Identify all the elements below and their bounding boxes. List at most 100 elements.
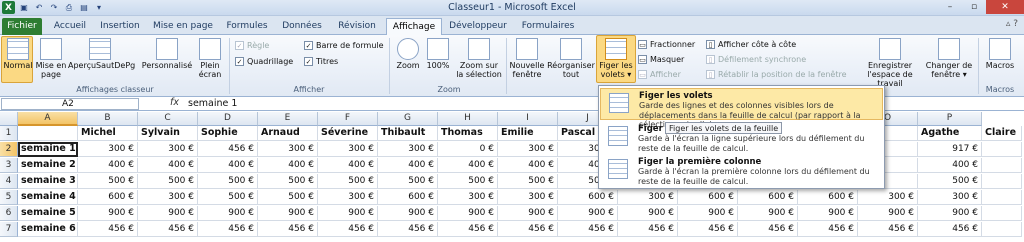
value-cell[interactable]: 456 € [78, 222, 138, 237]
value-cell[interactable]: 900 € [918, 206, 982, 221]
tab-accueil[interactable]: Accueil [50, 18, 90, 35]
value-cell[interactable]: 300 € [78, 142, 138, 157]
full-screen-button[interactable]: Plein écran [196, 38, 224, 79]
value-cell[interactable]: 600 € [738, 190, 798, 205]
split-button[interactable]: ▭ Fractionner [638, 40, 695, 49]
value-cell[interactable]: 900 € [438, 206, 498, 221]
tab-revision[interactable]: Révision [334, 18, 380, 35]
tab-affichage[interactable]: Affichage [386, 18, 442, 35]
value-cell[interactable]: 300 € [858, 190, 918, 205]
close-button[interactable]: ✕ [986, 0, 1024, 14]
value-cell[interactable]: 300 € [318, 142, 378, 157]
page-break-preview-button[interactable]: AperçuSautDePg [68, 38, 135, 70]
insert-function-icon[interactable]: fx [170, 97, 179, 108]
header-cell[interactable]: Séverine [318, 126, 378, 141]
header-cell[interactable]: Sylvain [138, 126, 198, 141]
value-cell[interactable]: 300 € [498, 190, 558, 205]
row-header[interactable]: 6 [0, 206, 18, 221]
value-cell[interactable]: 456 € [798, 222, 858, 237]
custom-views-button[interactable]: Personnalisé [140, 38, 194, 70]
value-cell[interactable]: 456 € [378, 222, 438, 237]
zoom-button[interactable]: Zoom [394, 38, 422, 70]
reset-position-button[interactable]: ▯ Rétablir la position de la fenêtre [706, 70, 847, 79]
value-cell[interactable]: 300 € [378, 142, 438, 157]
value-cell[interactable]: 500 € [198, 190, 258, 205]
formula-bar-checkbox[interactable]: ✓ Barre de formule [304, 41, 384, 50]
freeze-panes-button[interactable]: Figer les volets ▾ [597, 38, 635, 79]
tab-donnees[interactable]: Données [280, 18, 324, 35]
zoom-selection-button[interactable]: Zoom sur la sélection [454, 38, 504, 79]
tab-mise-en-page[interactable]: Mise en page [152, 18, 214, 35]
tab-insertion[interactable]: Insertion [98, 18, 142, 35]
row-header[interactable]: 5 [0, 190, 18, 205]
value-cell[interactable] [982, 174, 1022, 189]
value-cell[interactable]: 400 € [198, 158, 258, 173]
row-header[interactable]: 7 [0, 222, 18, 237]
value-cell[interactable]: 300 € [318, 190, 378, 205]
value-cell[interactable]: 900 € [198, 206, 258, 221]
value-cell[interactable]: 456 € [498, 222, 558, 237]
header-cell[interactable] [18, 126, 78, 141]
value-cell[interactable]: 900 € [318, 206, 378, 221]
value-cell[interactable] [982, 190, 1022, 205]
value-cell[interactable]: 400 € [378, 158, 438, 173]
week-label-cell[interactable]: semaine 6 [18, 222, 78, 237]
unhide-button[interactable]: ▭ Afficher [638, 70, 681, 79]
value-cell[interactable]: 400 € [258, 158, 318, 173]
ribbon-minimize-icon[interactable]: ▵ ? [1006, 19, 1018, 29]
value-cell[interactable]: 500 € [258, 190, 318, 205]
column-header-d[interactable]: D [198, 112, 258, 126]
page-layout-button[interactable]: Mise en page [34, 38, 68, 79]
value-cell[interactable]: 500 € [498, 174, 558, 189]
column-header-f[interactable]: F [318, 112, 378, 126]
tab-formulaires[interactable]: Formulaires [518, 18, 578, 35]
column-header-a[interactable]: A [18, 112, 78, 126]
value-cell[interactable]: 900 € [258, 206, 318, 221]
ruler-checkbox[interactable]: ✓ Règle [235, 41, 269, 50]
value-cell[interactable]: 900 € [618, 206, 678, 221]
value-cell[interactable]: 900 € [558, 206, 618, 221]
value-cell[interactable]: 456 € [558, 222, 618, 237]
header-cell[interactable]: Thomas [438, 126, 498, 141]
tab-developpeur[interactable]: Développeur [448, 18, 508, 35]
column-header-i[interactable]: I [498, 112, 558, 126]
value-cell[interactable]: 500 € [78, 174, 138, 189]
row-header[interactable]: 2 [0, 142, 18, 157]
row-header[interactable]: 1 [0, 126, 18, 141]
value-cell[interactable]: 500 € [198, 174, 258, 189]
value-cell[interactable]: 900 € [378, 206, 438, 221]
header-cell[interactable]: Sophie [198, 126, 258, 141]
value-cell[interactable]: 400 € [78, 158, 138, 173]
header-cell[interactable]: Thibault [378, 126, 438, 141]
header-cell[interactable]: Agathe [918, 126, 982, 141]
value-cell[interactable]: 456 € [618, 222, 678, 237]
macros-button[interactable]: Macros [982, 38, 1018, 70]
value-cell[interactable]: 600 € [378, 190, 438, 205]
value-cell[interactable]: 400 € [498, 158, 558, 173]
column-header-g[interactable]: G [378, 112, 438, 126]
sync-scroll-button[interactable]: ▯ Défilement synchrone [706, 55, 806, 64]
select-all-corner[interactable] [0, 112, 18, 126]
value-cell[interactable]: 400 € [438, 158, 498, 173]
value-cell[interactable]: 456 € [258, 222, 318, 237]
header-cell[interactable]: Claire [982, 126, 1022, 141]
value-cell[interactable]: 900 € [78, 206, 138, 221]
gridlines-checkbox[interactable]: ✓ Quadrillage [235, 57, 293, 66]
value-cell[interactable]: 300 € [498, 142, 558, 157]
column-header-b[interactable]: B [78, 112, 138, 126]
value-cell[interactable]: 500 € [318, 174, 378, 189]
value-cell[interactable]: 300 € [918, 190, 982, 205]
value-cell[interactable]: 456 € [198, 222, 258, 237]
value-cell[interactable] [982, 142, 1022, 157]
value-cell[interactable]: 456 € [438, 222, 498, 237]
value-cell[interactable]: 900 € [858, 206, 918, 221]
name-box[interactable]: A2 [1, 98, 139, 110]
save-workspace-button[interactable]: Enregistrer l'espace de travail [858, 38, 922, 88]
menu-item-freeze-first-column[interactable]: Figer la première colonne Garde à l'écra… [600, 155, 883, 187]
tab-fichier[interactable]: Fichier [2, 18, 42, 35]
arrange-all-button[interactable]: Réorganiser tout [546, 38, 596, 79]
normal-view-button[interactable]: Normal [2, 38, 34, 70]
value-cell[interactable]: 456 € [918, 222, 982, 237]
value-cell[interactable] [982, 222, 1022, 237]
new-window-button[interactable]: Nouvelle fenêtre [508, 38, 546, 79]
